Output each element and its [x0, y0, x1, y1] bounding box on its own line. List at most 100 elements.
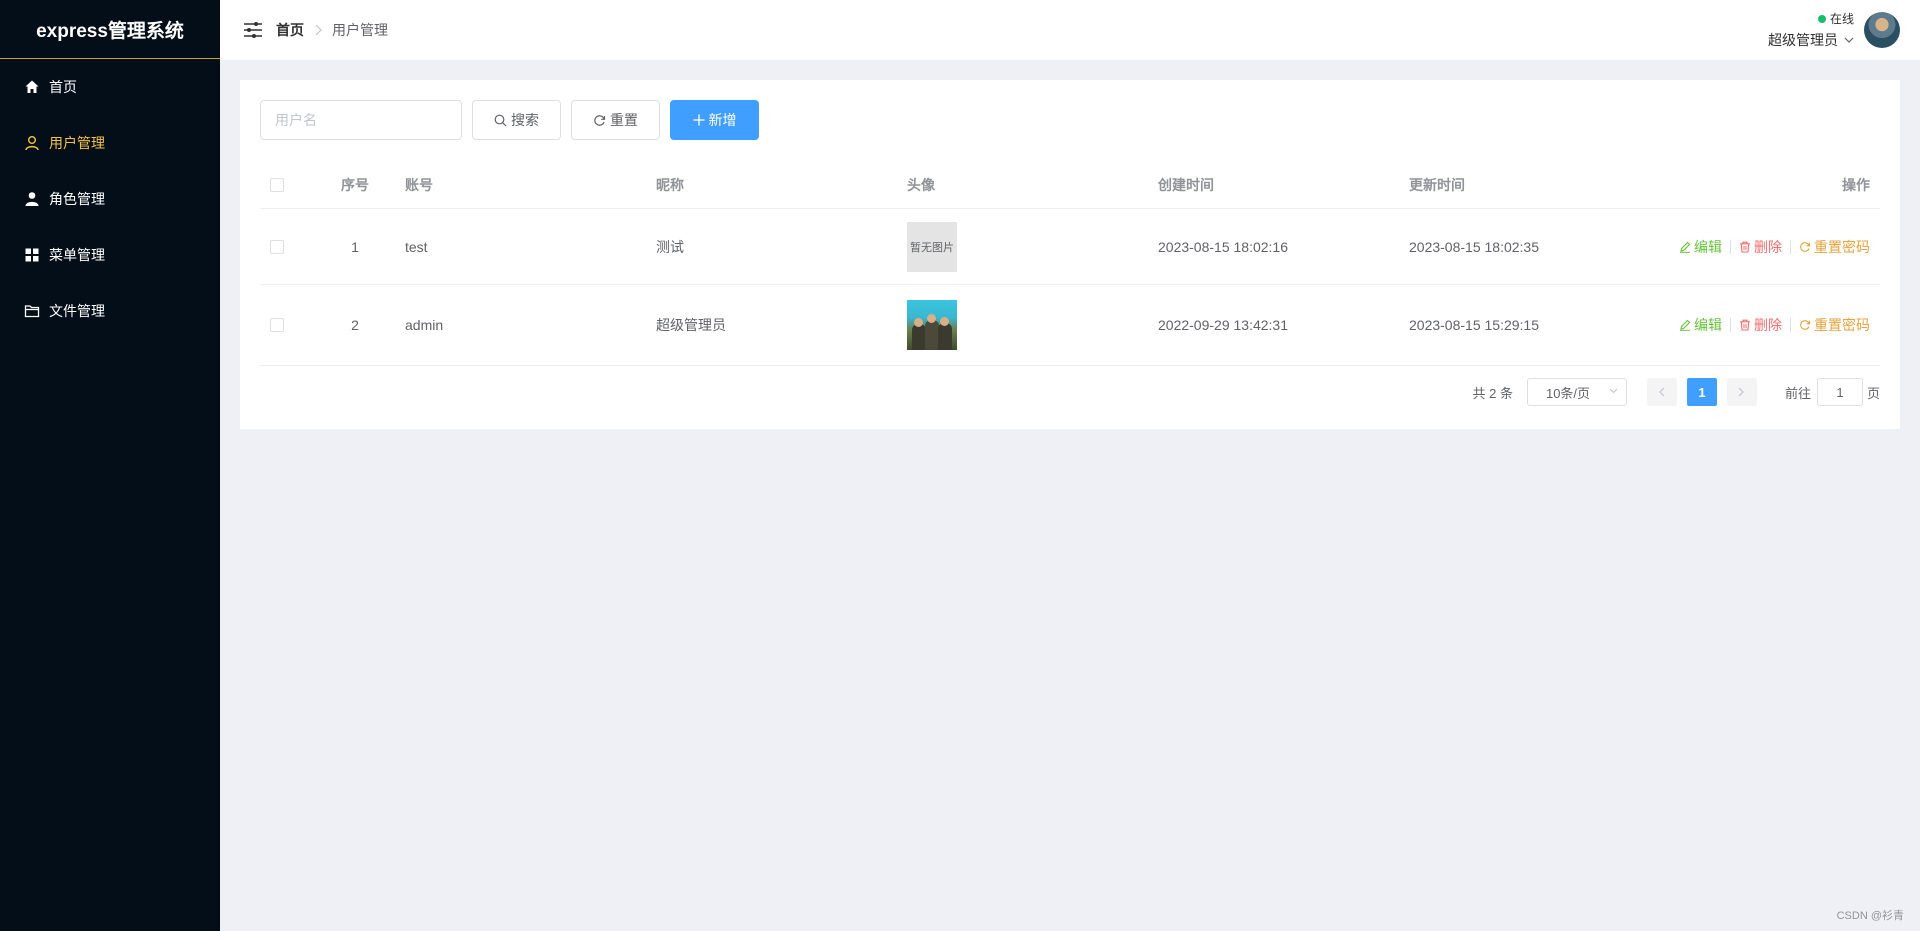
header-index: 序号	[341, 176, 369, 193]
delete-button[interactable]: 删除	[1739, 237, 1782, 257]
cell-actions: 编辑 删除 重置密码	[1679, 285, 1870, 365]
sidebar-item-label: 首页	[49, 79, 77, 95]
header-created: 创建时间	[1158, 176, 1214, 193]
sidebar-item-label: 文件管理	[49, 303, 105, 319]
avatar-figure	[912, 324, 926, 350]
search-button-label: 搜索	[511, 112, 539, 128]
cell-avatar: 暂无图片	[907, 209, 957, 284]
cell-actions: 编辑 删除 重置密码	[1679, 209, 1870, 284]
header-check-cell	[270, 161, 286, 208]
folder-icon	[24, 303, 40, 319]
online-status-label: 在线	[1829, 12, 1854, 26]
avatar[interactable]	[1864, 12, 1900, 48]
edit-label: 编辑	[1694, 238, 1722, 255]
sidebar-item-files[interactable]: 文件管理	[0, 283, 220, 339]
sidebar-item-roles[interactable]: 角色管理	[0, 171, 220, 227]
search-icon	[494, 114, 507, 127]
reset-password-label: 重置密码	[1814, 317, 1870, 333]
user-table: 序号 账号 昵称 头像 创建时间 更新时间 操作 1 test 测试 暂无图片 …	[260, 161, 1880, 366]
chevron-left-icon	[1659, 387, 1665, 397]
online-dot-icon	[1817, 14, 1826, 23]
avatar-figure-head	[927, 314, 936, 323]
prev-page-button[interactable]	[1646, 378, 1677, 406]
edit-icon	[1679, 319, 1691, 331]
sidebar-item-menus[interactable]: 菜单管理	[0, 227, 220, 283]
cell-updated: 2023-08-15 18:02:35	[1409, 238, 1539, 255]
cell-account: admin	[405, 317, 444, 333]
sidebar-item-home[interactable]: 首页	[0, 59, 220, 115]
action-divider	[1730, 318, 1731, 332]
search-toolbar: 搜索 重置 新增	[260, 100, 759, 140]
row-check-cell	[270, 209, 286, 284]
reset-password-label: 重置密码	[1814, 238, 1870, 255]
breadcrumb: 首页 用户管理	[276, 20, 388, 40]
user-icon	[24, 135, 40, 151]
next-page-button[interactable]	[1726, 378, 1757, 406]
sidebar-item-users[interactable]: 用户管理	[0, 115, 220, 171]
chevron-down-icon	[1844, 37, 1854, 44]
reset-password-button[interactable]: 重置密码	[1799, 315, 1870, 335]
cell-account: test	[405, 238, 428, 255]
chevron-right-icon	[1739, 387, 1745, 397]
username-search-input[interactable]	[260, 100, 462, 140]
row-checkbox[interactable]	[270, 239, 284, 254]
chevron-right-icon	[314, 24, 322, 36]
avatar-figure-head	[914, 318, 923, 327]
refresh-icon	[593, 114, 606, 127]
page-size-select[interactable]: 10条/页	[1526, 378, 1627, 406]
trash-icon	[1739, 241, 1751, 253]
delete-button[interactable]: 删除	[1739, 315, 1782, 335]
cell-index: 2	[351, 317, 359, 333]
user-dropdown[interactable]: 超级管理员	[1768, 30, 1854, 50]
avatar-figure	[938, 323, 952, 350]
refresh-icon	[1799, 319, 1811, 331]
add-button[interactable]: 新增	[670, 100, 759, 140]
action-divider	[1790, 318, 1791, 332]
reset-button-label: 重置	[610, 112, 638, 128]
edit-button[interactable]: 编辑	[1679, 315, 1722, 335]
plus-icon	[693, 114, 705, 126]
page-jumper: 前往 页	[1785, 378, 1880, 406]
edit-icon	[1679, 241, 1691, 253]
cell-updated: 2023-08-15 15:29:15	[1409, 317, 1539, 333]
avatar-image[interactable]	[907, 300, 957, 350]
table-row: 1 test 测试 暂无图片 2023-08-15 18:02:16 2023-…	[260, 209, 1880, 285]
edit-button[interactable]: 编辑	[1679, 237, 1722, 257]
trash-icon	[1739, 319, 1751, 331]
edit-label: 编辑	[1694, 317, 1722, 333]
sidebar-item-label: 角色管理	[49, 191, 105, 207]
sidebar-menu: 首页 用户管理 角色管理 菜单管理 文件管理	[0, 59, 220, 339]
cell-index: 1	[351, 238, 359, 255]
user-menu[interactable]: 在线 超级管理员	[1768, 10, 1900, 50]
home-icon	[24, 79, 40, 95]
app-logo-title: express管理系统	[0, 0, 220, 59]
reset-button[interactable]: 重置	[571, 100, 660, 140]
cell-created: 2023-08-15 18:02:16	[1158, 238, 1288, 255]
cell-avatar	[907, 285, 957, 365]
reset-password-button[interactable]: 重置密码	[1799, 237, 1870, 257]
sidebar: express管理系统 首页 用户管理 角色管理 菜单管理 文件管理	[0, 0, 220, 931]
pagination: 共 2 条 10条/页 1 前往 页	[1472, 378, 1880, 406]
top-header: 首页 用户管理 在线 超级管理员	[220, 0, 1920, 60]
select-all-checkbox[interactable]	[270, 177, 284, 192]
cell-nickname: 测试	[656, 238, 684, 255]
table-row: 2 admin 超级管理员 2022-09-29 13:42:31 2023-0…	[260, 285, 1880, 366]
action-divider	[1730, 239, 1731, 254]
cell-nickname: 超级管理员	[656, 317, 726, 333]
row-checkbox[interactable]	[270, 318, 284, 332]
delete-label: 删除	[1754, 317, 1782, 333]
collapse-menu-icon[interactable]	[242, 19, 264, 41]
sidebar-item-label: 用户管理	[49, 135, 105, 151]
no-image-placeholder: 暂无图片	[907, 221, 957, 272]
pagination-total: 共 2 条	[1472, 385, 1513, 401]
add-button-label: 新增	[708, 112, 737, 128]
breadcrumb-home[interactable]: 首页	[276, 20, 304, 40]
search-button[interactable]: 搜索	[472, 100, 561, 140]
header-avatar: 头像	[907, 176, 935, 193]
page-number-button[interactable]: 1	[1686, 378, 1717, 406]
breadcrumb-current: 用户管理	[332, 22, 388, 38]
jumper-suffix: 页	[1866, 385, 1880, 401]
page-jump-input[interactable]	[1816, 378, 1863, 406]
watermark: CSDN @衫青	[1836, 910, 1904, 922]
chevron-down-icon	[1609, 388, 1618, 394]
